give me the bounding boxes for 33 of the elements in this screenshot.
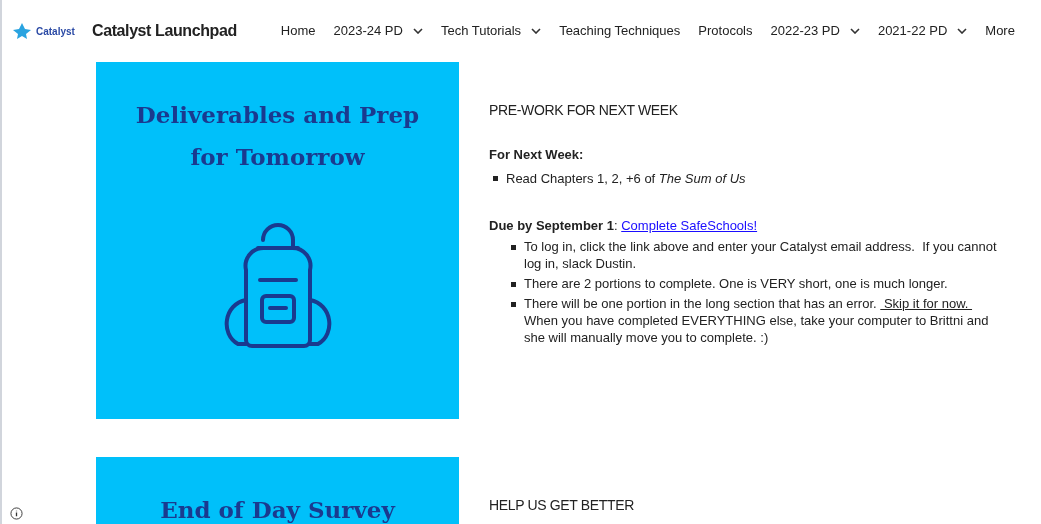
list-item: To log in, click the link above and enter your Catalyst email address. If you cannot log in, slack Dustin.	[524, 237, 998, 272]
bullet-icon	[511, 301, 516, 307]
list-item: There are 2 portions to complete. One is VERY short, one is much longer.	[524, 274, 948, 292]
nav-link[interactable]: Teaching Techniques	[559, 21, 681, 41]
list-item: There will be one portion in the long section that has an error. Skip it for now. When you have completed EVERYTHING else, take your computer to Brittni and she will manually move you to complete. :)	[524, 294, 990, 346]
subheading: For Next Week:	[489, 146, 585, 164]
nav-link[interactable]: 2021-22 PD	[877, 21, 968, 41]
nav-link[interactable]: 2022-23 PD	[770, 21, 860, 41]
card-title: Deliverables and Prep for Tomorrow	[134, 100, 421, 172]
star-icon	[12, 22, 32, 40]
bullet-icon	[511, 281, 516, 287]
nav-link[interactable]: More	[985, 21, 1015, 41]
site-title[interactable]: Catalyst Launchpad	[92, 19, 237, 43]
chevron-icon	[957, 28, 968, 34]
chevron-icon	[849, 28, 860, 34]
list-item: Read Chapters 1, 2, +6 of The Sum of Us	[506, 169, 746, 188]
logo-text: Catalyst	[36, 24, 75, 39]
safeschools-link[interactable]: Complete SafeSchools!	[621, 218, 758, 233]
nav-link[interactable]: Home	[280, 21, 316, 41]
nav-link[interactable]: 2023-24 PD	[333, 21, 423, 41]
bullet-icon	[511, 244, 516, 250]
nav-link[interactable]: Protocols	[698, 21, 753, 41]
section-heading: PRE-WORK FOR NEXT WEEK	[489, 101, 679, 120]
due-text: Due by September 1: Complete SafeSchools!	[489, 217, 759, 235]
section-heading: HELP US GET BETTER	[489, 496, 635, 515]
info-icon[interactable]	[10, 507, 23, 520]
card-title: End of Day Survey	[159, 495, 397, 524]
bullet-icon	[493, 175, 498, 181]
chevron-icon	[412, 28, 423, 34]
nav-link[interactable]: Tech Tutorials	[440, 21, 542, 41]
chevron-icon	[531, 28, 542, 34]
skip-link[interactable]: Skip it for now.	[880, 295, 973, 311]
logo[interactable]: Catalyst	[12, 22, 78, 40]
